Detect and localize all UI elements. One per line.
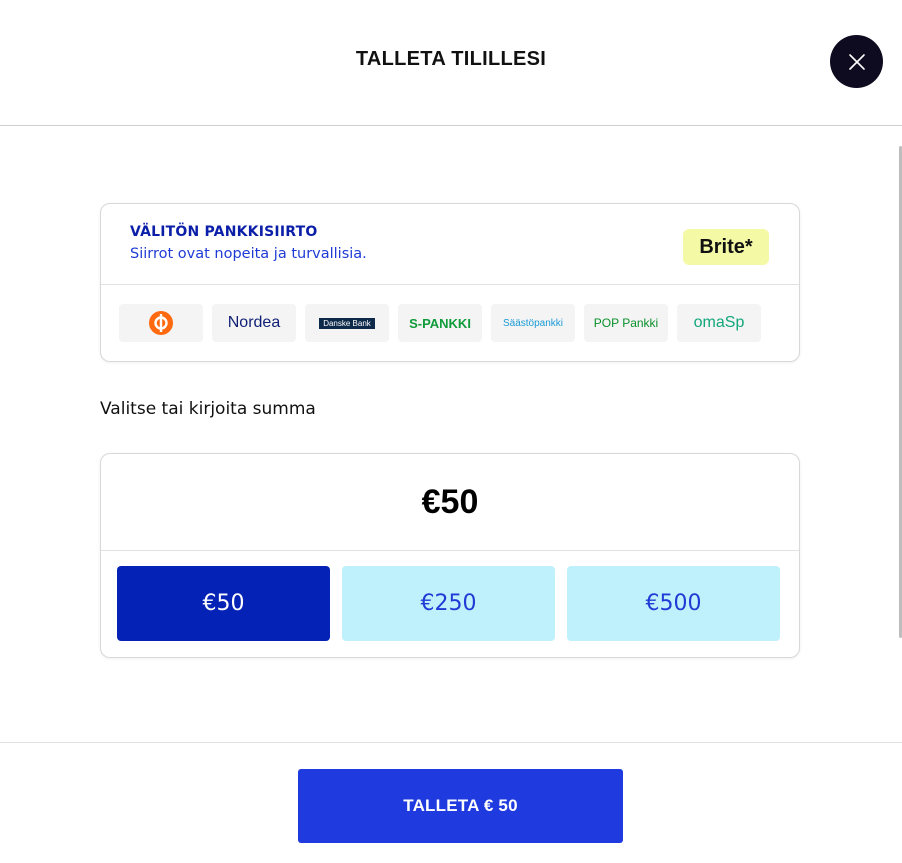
- amount-label: Valitse tai kirjoita summa: [100, 399, 316, 419]
- deposit-button[interactable]: TALLETA € 50: [298, 769, 623, 843]
- op-logo: [119, 304, 203, 342]
- close-icon: [848, 53, 865, 70]
- danske-bank-logo: Danske Bank: [305, 304, 389, 342]
- modal-footer: TALLETA € 50: [0, 742, 902, 863]
- bank-logos: Nordea Danske Bank S-PANKKI Säästöpankki…: [119, 304, 761, 342]
- danske-bank-logo-text: Danske Bank: [319, 317, 375, 329]
- close-button[interactable]: [830, 35, 883, 88]
- nordea-logo-text: Nordea: [227, 314, 281, 331]
- modal-header: TALLETA TILILLESI: [0, 0, 902, 126]
- op-icon: [149, 311, 173, 335]
- amount-presets: €50 €250 €500: [117, 566, 780, 641]
- s-pankki-logo: S-PANKKI: [398, 304, 482, 342]
- page-title: TALLETA TILILLESI: [355, 48, 547, 70]
- brite-logo: Brite*: [683, 229, 769, 265]
- pop-pankki-logo-text: POP Pankki: [593, 316, 659, 330]
- saastopankki-logo-text: Säästöpankki: [502, 317, 564, 329]
- pop-pankki-logo: POP Pankki: [584, 304, 668, 342]
- s-pankki-logo-text: S-PANKKI: [409, 315, 471, 331]
- amount-input[interactable]: €50: [101, 454, 799, 551]
- preset-250-button[interactable]: €250: [342, 566, 555, 641]
- bank-transfer-title: VÄLITÖN PANKKISIIRTO: [130, 224, 318, 240]
- amount-card: €50 €50 €250 €500: [100, 453, 800, 658]
- preset-50-button[interactable]: €50: [117, 566, 330, 641]
- bank-transfer-card[interactable]: VÄLITÖN PANKKISIIRTO Siirrot ovat nopeit…: [100, 203, 800, 362]
- saastopankki-logo: Säästöpankki: [491, 304, 575, 342]
- omasp-logo: omaSp: [677, 304, 761, 342]
- bank-transfer-header: VÄLITÖN PANKKISIIRTO Siirrot ovat nopeit…: [101, 204, 799, 285]
- nordea-logo: Nordea: [212, 304, 296, 342]
- omasp-logo-text: omaSp: [693, 314, 745, 331]
- bank-transfer-subtitle: Siirrot ovat nopeita ja turvallisia.: [130, 246, 367, 262]
- preset-500-button[interactable]: €500: [567, 566, 780, 641]
